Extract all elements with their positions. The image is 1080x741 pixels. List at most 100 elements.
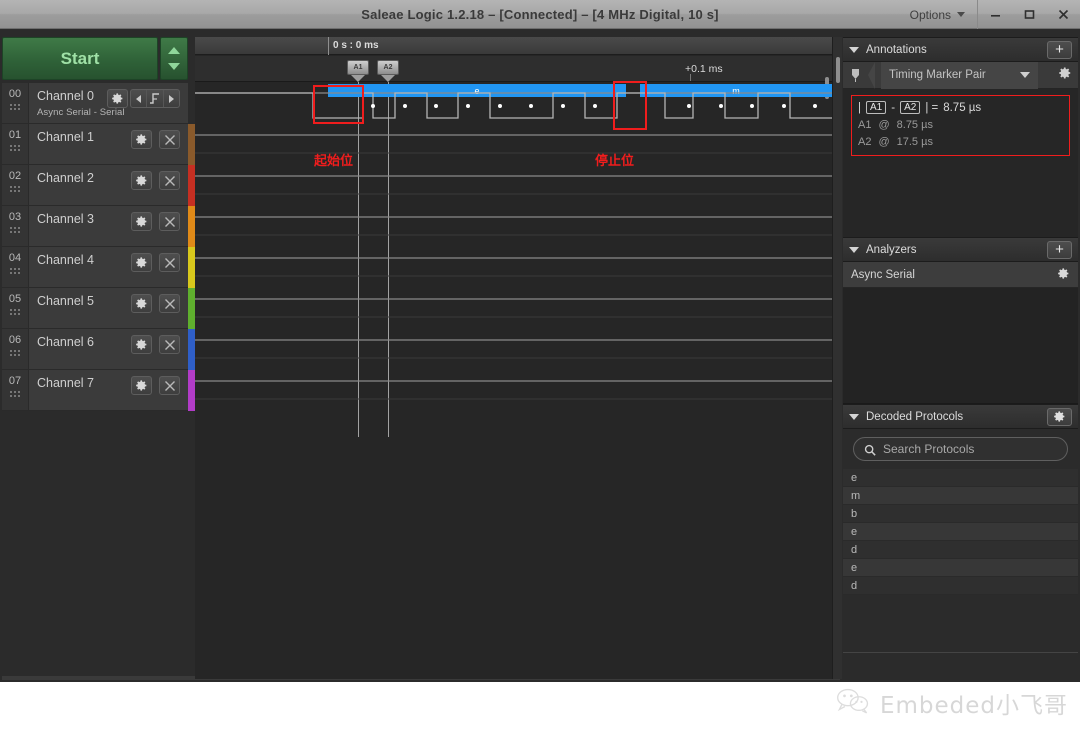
annotations-panel-header[interactable]: Annotations + [843, 37, 1078, 62]
channel-trigger-group-0[interactable] [130, 89, 180, 108]
analyzer-settings-icon[interactable] [1057, 267, 1070, 283]
annotation-settings-icon[interactable] [1058, 66, 1072, 85]
channel-info-4: Channel 4 [29, 247, 188, 287]
channel-info-0: Channel 0 Async Serial - Serial [29, 83, 188, 123]
channel-color-strip [188, 83, 195, 411]
channel-row-3[interactable]: 03 Channel 3 [2, 206, 188, 247]
channel-close-button-1[interactable] [159, 130, 180, 149]
timeline-origin-label: 0 s : 0 ms [333, 40, 379, 51]
drag-handle-icon[interactable] [8, 308, 22, 317]
channel-close-button-4[interactable] [159, 253, 180, 272]
timing-marker-pair-card[interactable]: | A1 - A2 | = 8.75 µs A1 @8.75 µs A2 @17.5 … [851, 95, 1070, 156]
timing-marker-A2[interactable]: A2 [377, 60, 399, 82]
timeline-ruler[interactable]: 0 s : 0 ms [195, 37, 832, 55]
marker-rows: A1 @8.75 µs A2 @17.5 µs [858, 119, 1063, 148]
trigger-edge-icon[interactable] [146, 90, 162, 107]
drag-handle-icon[interactable] [8, 267, 22, 276]
app-root: Saleae Logic 1.2.18 – [Connected] – [4 M… [0, 0, 1080, 741]
graph-vertical-scrollbar[interactable] [832, 37, 842, 679]
marker-pointer-icon [351, 75, 365, 82]
chevron-down-icon[interactable] [168, 63, 180, 71]
channel-row-4[interactable]: 04 Channel 4 [2, 247, 188, 288]
add-analyzer-button[interactable]: + [1047, 240, 1072, 259]
channel-index-4: 04 [2, 247, 29, 287]
marker-at: @ [878, 136, 890, 148]
channel-close-button-7[interactable] [159, 376, 180, 395]
channel-close-button-3[interactable] [159, 212, 180, 231]
channel-settings-button-2[interactable] [131, 171, 152, 190]
channel-settings-button-7[interactable] [131, 376, 152, 395]
chevron-up-icon[interactable] [168, 46, 180, 54]
channel-index-3: 03 [2, 206, 29, 246]
decoded-protocol-row[interactable]: e [843, 559, 1078, 577]
channel-row-2[interactable]: 02 Channel 2 [2, 165, 188, 206]
channel-row-1[interactable]: 01 Channel 1 [2, 124, 188, 165]
add-annotation-button[interactable]: + [1047, 40, 1072, 59]
chevron-down-icon [957, 12, 965, 17]
decoded-protocol-row[interactable]: m [843, 487, 1078, 505]
drag-handle-icon[interactable] [8, 144, 22, 153]
channel-close-button-6[interactable] [159, 335, 180, 354]
channel-index-2: 02 [2, 165, 29, 205]
annotation-type-tab[interactable]: Timing Marker Pair [881, 61, 1038, 89]
marker-band[interactable]: +0.1 ms A1 A2 [195, 56, 832, 99]
pin-icon[interactable] [849, 68, 862, 82]
drag-handle-icon[interactable] [8, 103, 22, 112]
decoded-protocols-panel-header[interactable]: Decoded Protocols [843, 404, 1078, 429]
channel-row-0[interactable]: 00 Channel 0 Async Serial - Serial [2, 83, 188, 124]
search-icon [864, 443, 876, 456]
measurement-prefix: | [858, 101, 861, 114]
channel-close-button-5[interactable] [159, 294, 180, 313]
decoded-protocol-row[interactable]: d [843, 541, 1078, 559]
channel-row-6[interactable]: 06 Channel 6 [2, 329, 188, 370]
analyzer-item-0[interactable]: Async Serial [843, 262, 1078, 288]
triangle-collapse-icon[interactable] [849, 413, 859, 420]
minimize-button[interactable] [978, 0, 1012, 29]
channel-row-5[interactable]: 05 Channel 5 [2, 288, 188, 329]
trigger-next-button[interactable] [162, 90, 179, 107]
channel-settings-button-0[interactable] [107, 89, 128, 108]
capture-controls: Start [2, 37, 188, 80]
analyzers-empty-space [843, 288, 1078, 404]
decoded-protocol-row[interactable]: b [843, 505, 1078, 523]
triangle-collapse-icon[interactable] [849, 246, 859, 253]
channel-color-1 [188, 124, 195, 165]
channel-settings-button-3[interactable] [131, 212, 152, 231]
options-menu-button[interactable]: Options [898, 0, 978, 29]
drag-handle-icon[interactable] [8, 226, 22, 235]
channel-0-waveform [195, 92, 832, 119]
start-button[interactable]: Start [2, 37, 158, 80]
drag-handle-icon[interactable] [8, 349, 22, 358]
timing-marker-A1[interactable]: A1 [347, 60, 369, 82]
marker-pointer-icon [381, 75, 395, 82]
search-protocols-input[interactable]: Search Protocols [853, 437, 1068, 461]
drag-handle-icon[interactable] [8, 185, 22, 194]
decoded-protocol-row[interactable]: e [843, 523, 1078, 541]
waveform-graph[interactable]: 0 s : 0 ms +0.1 ms A1 A2 em 起始位 停止位 [195, 37, 832, 679]
other-channel-waveforms [195, 134, 832, 400]
channel-settings-button-1[interactable] [131, 130, 152, 149]
analyzers-panel-header[interactable]: Analyzers + [843, 237, 1078, 262]
channel-close-button-2[interactable] [159, 171, 180, 190]
decoded-protocol-row[interactable]: e [843, 469, 1078, 487]
channel-info-7: Channel 7 [29, 370, 188, 410]
channel-number-label: 03 [8, 211, 22, 223]
wechat-icon [836, 687, 870, 720]
trigger-prev-button[interactable] [131, 90, 146, 107]
maximize-button[interactable] [1012, 0, 1046, 29]
capture-stepper[interactable] [160, 37, 188, 80]
channel-settings-button-6[interactable] [131, 335, 152, 354]
decoded-protocol-row[interactable]: d [843, 577, 1078, 595]
marker-a2-chip: A2 [900, 101, 921, 114]
close-button[interactable] [1046, 0, 1080, 29]
channel-settings-button-4[interactable] [131, 253, 152, 272]
graph-scrollbar-thumb[interactable] [836, 57, 840, 83]
drag-handle-icon[interactable] [8, 390, 22, 399]
decoded-protocol-list[interactable]: embeded [843, 469, 1078, 595]
channel-row-7[interactable]: 07 Channel 7 [2, 370, 188, 411]
channel-number-label: 00 [8, 88, 22, 100]
triangle-collapse-icon[interactable] [849, 46, 859, 53]
channel-settings-button-5[interactable] [131, 294, 152, 313]
chevron-down-icon[interactable] [1020, 72, 1030, 78]
decoded-protocols-settings-button[interactable] [1047, 407, 1072, 426]
